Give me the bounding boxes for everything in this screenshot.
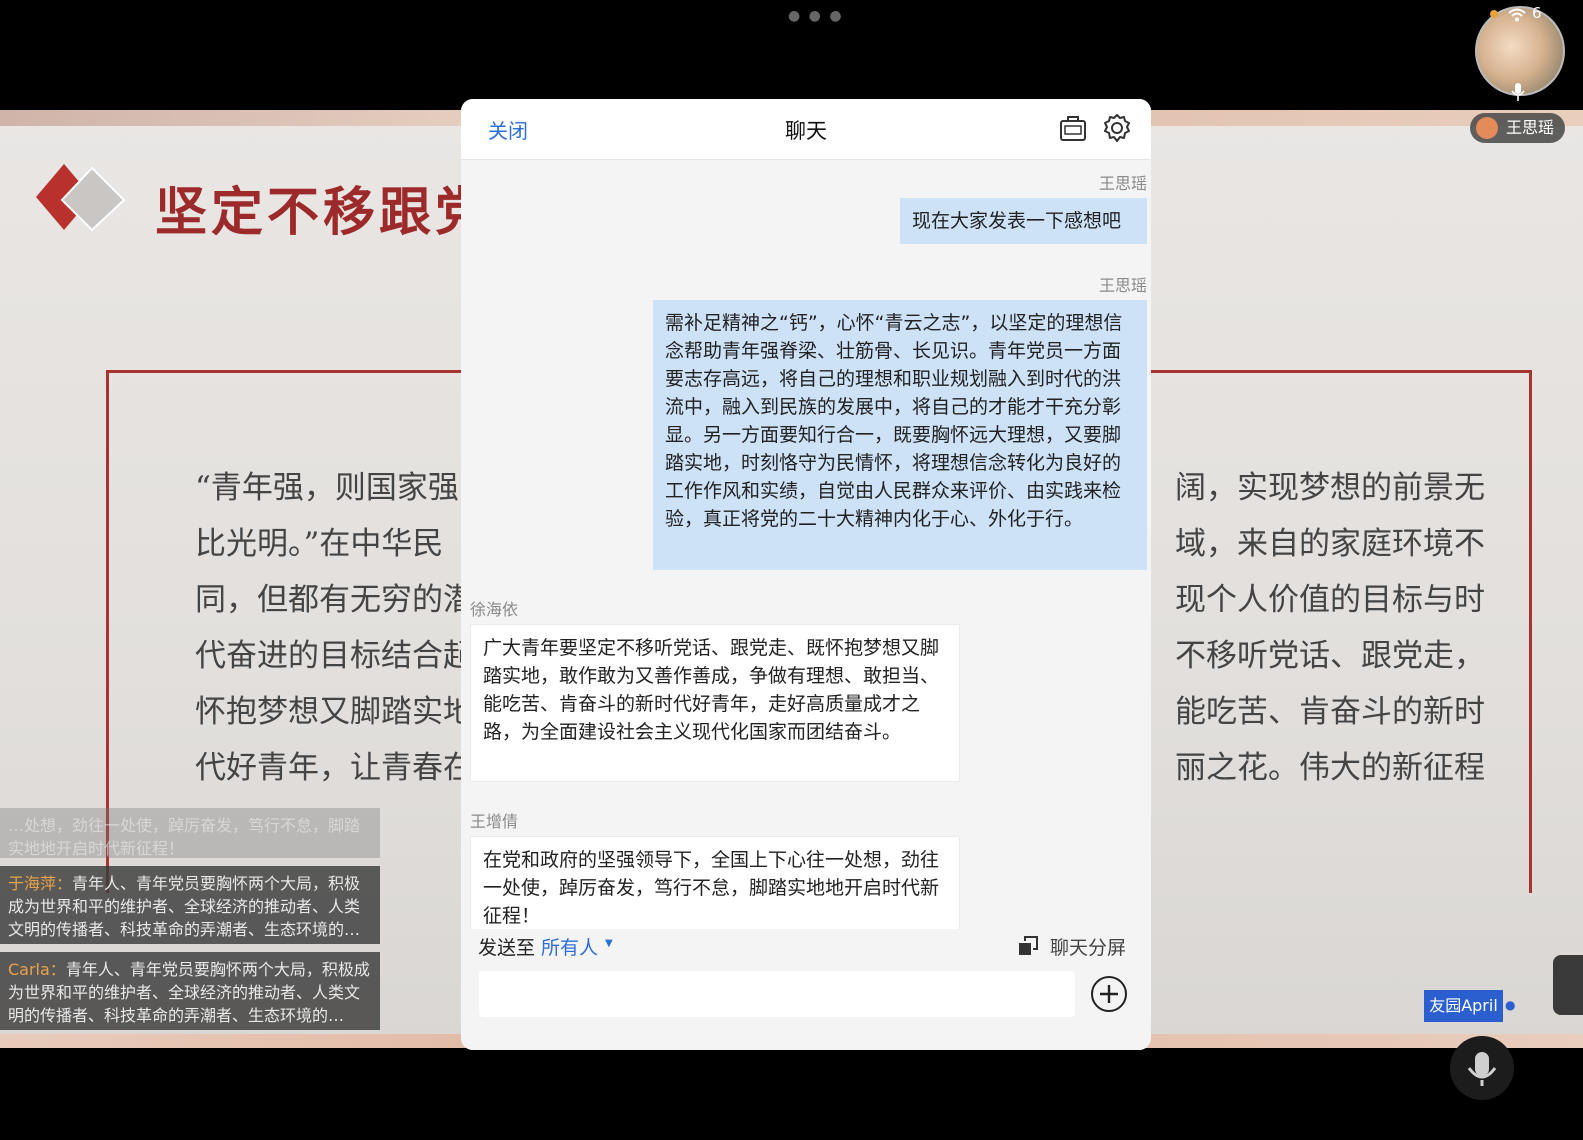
- participant-tag: 友园April: [1424, 990, 1503, 1022]
- gear-icon[interactable]: [1102, 113, 1132, 143]
- user-icon: [1476, 117, 1498, 139]
- danmaku-comment: …处想，劲往一处使，踔厉奋发，笃行不怠，脚踏实地地开启时代新征程！: [0, 808, 380, 858]
- presenter-name-pill: 王思瑶: [1470, 113, 1565, 143]
- chat-header: 关闭 聊天: [461, 99, 1151, 160]
- top-drag-dots: ● ● ●: [788, 8, 844, 24]
- message-sender: 徐海依: [470, 600, 519, 619]
- participant-dot: ●: [1505, 998, 1516, 1012]
- split-screen-icon[interactable]: [1017, 935, 1039, 957]
- status-indicator-dot: [1490, 10, 1498, 18]
- danmaku-author: 于海萍：: [8, 874, 73, 893]
- message-sender: 王思瑶: [1098, 174, 1147, 193]
- send-to-label: 发送至: [478, 937, 536, 959]
- slide-title: 坚定不移跟党: [155, 182, 492, 243]
- side-panel-handle[interactable]: [1553, 955, 1583, 1015]
- microphone-icon: [1467, 1052, 1497, 1086]
- message-bubble-mine: 现在大家发表一下感想吧: [900, 198, 1147, 244]
- message-sender: 王思瑶: [1098, 276, 1147, 295]
- message-list[interactable]: 王思瑶 现在大家发表一下感想吧 王思瑶 需补足精神之“钙”，心怀“青云之志”，以…: [461, 160, 1151, 930]
- plus-circle-icon[interactable]: [1090, 975, 1128, 1013]
- danmaku-text: …处想，劲往一处使，踔厉奋发，笃行不怠，脚踏实地地开启时代新征程！: [8, 816, 361, 858]
- wifi-icon: [1508, 8, 1526, 22]
- slide-logo-icon: [36, 164, 126, 232]
- chat-title: 聊天: [785, 119, 827, 143]
- presenter-name: 王思瑶: [1506, 118, 1555, 137]
- danmaku-comment: 于海萍：青年人、青年党员要胸怀两个大局，积极成为世界和平的维护者、全球经济的推动…: [0, 866, 380, 944]
- danmaku-author: Carla：: [8, 960, 66, 979]
- microphone-icon: [1511, 83, 1525, 101]
- message-bubble-mine: 需补足精神之“钙”，心怀“青云之志”，以坚定的理想信念帮助青年强脊梁、壮筋骨、长…: [653, 300, 1147, 570]
- message-bubble-theirs: 广大青年要坚定不移听党话、跟党走、既怀抱梦想又脚踏实地，敢作敢为又善作善成，争做…: [470, 624, 960, 782]
- caret-down-icon[interactable]: ▼: [605, 938, 613, 949]
- danmaku-comment: Carla：青年人、青年党员要胸怀两个大局，积极成为世界和平的维护者、全球经济的…: [0, 952, 380, 1030]
- chat-panel: 关闭 聊天 王思瑶 现在大家发表一下感想吧 王思瑶 需补足精神之“钙”，心怀“青…: [461, 99, 1151, 1050]
- battery-level: 6: [1532, 4, 1542, 22]
- announcement-icon[interactable]: [1059, 114, 1087, 142]
- chat-split-screen-button[interactable]: 聊天分屏: [1050, 933, 1126, 960]
- mic-button[interactable]: [1450, 1036, 1514, 1100]
- message-sender: 王增倩: [470, 812, 519, 831]
- message-bubble-theirs: 在党和政府的坚强领导下，全国上下心往一处想，劲往一处使，踔厉奋发，笃行不怠，脚踏…: [470, 836, 960, 930]
- input-row: [461, 965, 1151, 1050]
- message-input[interactable]: [479, 971, 1075, 1017]
- send-options-row: 发送至 所有人 ▼ 聊天分屏: [461, 929, 1151, 965]
- send-target-select[interactable]: 所有人: [541, 933, 598, 960]
